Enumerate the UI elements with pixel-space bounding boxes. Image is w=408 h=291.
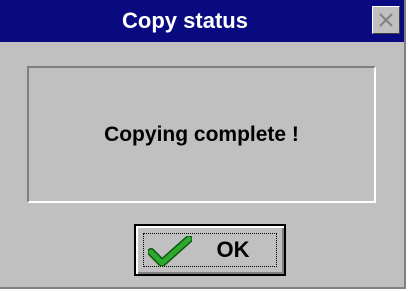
ok-button[interactable]: OK — [134, 224, 286, 276]
status-message: Copying complete ! — [104, 122, 299, 146]
dialog-title: Copy status — [122, 8, 248, 33]
message-panel: Copying complete ! — [27, 66, 376, 203]
close-button[interactable] — [372, 6, 400, 34]
ok-button-label: OK — [216, 237, 250, 262]
copy-status-dialog: Copy status Copying complete ! OK — [0, 0, 406, 289]
title-bar[interactable]: Copy status — [0, 0, 404, 42]
checkmark-icon — [148, 236, 192, 266]
close-icon — [379, 13, 393, 27]
